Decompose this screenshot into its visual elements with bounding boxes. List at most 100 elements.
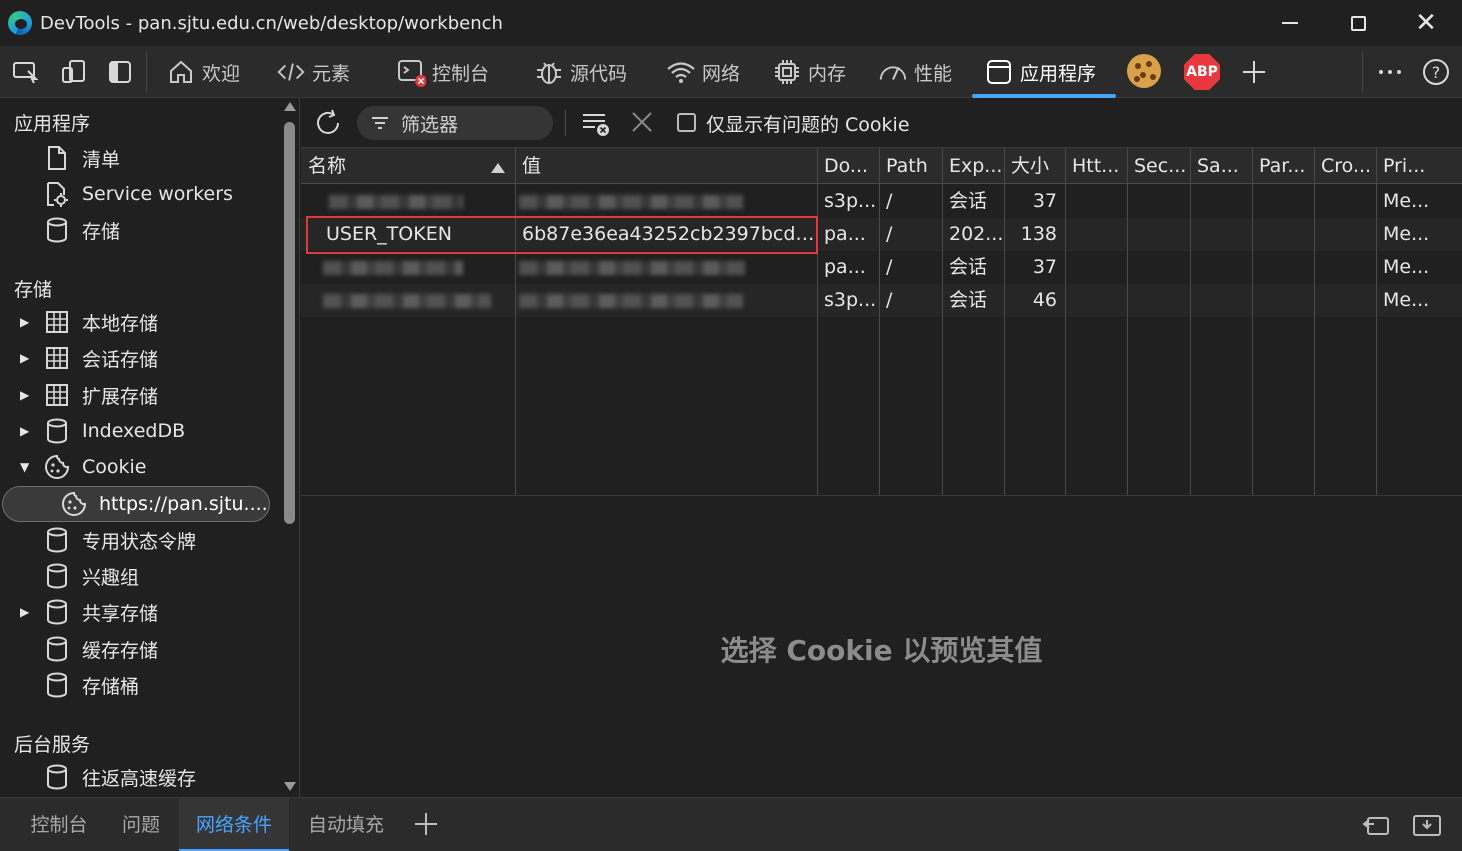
column-header-httponly[interactable]: Htt... [1065, 148, 1127, 184]
delete-selected-icon[interactable] [631, 111, 653, 133]
sidebar-item-interest-groups[interactable]: 兴趣组 [0, 558, 280, 594]
sidebar-item-cookie[interactable]: ▼ Cookie [0, 449, 280, 485]
main-tab-bar: 欢迎 元素 控制台 源代码 网络 内存 性能 应用程序 ? [0, 46, 1462, 98]
column-divider[interactable] [817, 148, 818, 495]
tab-memory[interactable]: 内存 [772, 46, 846, 98]
tab-performance[interactable]: 性能 [878, 46, 952, 98]
tab-application[interactable]: 应用程序 [972, 46, 1116, 98]
code-icon [276, 57, 306, 87]
sidebar-item-cookie-origin[interactable]: https://pan.sjtu.... [2, 486, 270, 522]
add-tab-icon[interactable] [1238, 56, 1270, 88]
expand-arrow-icon[interactable]: ▶ [20, 388, 34, 402]
sidebar-item-session-storage[interactable]: ▶ 会话存储 [0, 340, 280, 376]
sidebar-section-background-services: 后台服务 [14, 734, 91, 756]
column-header-expires[interactable]: Exp... [942, 148, 1004, 184]
more-options-icon[interactable] [1374, 56, 1406, 88]
sidebar-item-local-storage[interactable]: ▶ 本地存储 [0, 304, 280, 340]
dock-drawer-icon[interactable] [1362, 812, 1392, 838]
cylinder-icon [44, 527, 70, 553]
sidebar-item-shared-storage[interactable]: ▶ 共享存储 [0, 594, 280, 630]
filter-input[interactable]: 筛选器 [357, 106, 553, 140]
sidebar-section-storage: 存储 [14, 279, 53, 301]
sidebar-item-storage-buckets[interactable]: 存储桶 [0, 667, 280, 703]
table-row[interactable]: s3p... / 会话 37 Me... [301, 185, 1462, 218]
collapse-arrow-icon[interactable]: ▼ [20, 460, 34, 474]
drawer-tab-network-conditions[interactable]: 网络条件 [179, 798, 289, 851]
sort-ascending-icon [491, 163, 505, 173]
column-header-domain[interactable]: Do... [817, 148, 879, 184]
grid-icon [44, 309, 70, 335]
column-header-secure[interactable]: Sec... [1127, 148, 1190, 184]
column-divider[interactable] [1252, 148, 1253, 495]
app-window-icon [984, 57, 1014, 87]
sidebar-item-storage[interactable]: 存储 [0, 212, 280, 248]
sidebar-item-indexeddb[interactable]: ▶ IndexedDB [0, 413, 280, 449]
column-divider[interactable] [1376, 148, 1377, 495]
tab-elements[interactable]: 元素 [276, 46, 350, 98]
column-divider[interactable] [515, 148, 516, 495]
expand-arrow-icon[interactable]: ▶ [20, 351, 34, 365]
home-icon [166, 57, 196, 87]
scroll-up-arrow-icon[interactable] [284, 102, 296, 111]
column-divider[interactable] [942, 148, 943, 495]
drawer-tab-console[interactable]: 控制台 [18, 798, 100, 851]
table-row[interactable]: s3p... / 会话 46 Me... [301, 284, 1462, 317]
close-button[interactable]: ✕ [1392, 0, 1460, 46]
column-divider[interactable] [1314, 148, 1315, 495]
tab-sources[interactable]: 源代码 [534, 46, 627, 98]
clear-all-cookies-icon[interactable] [581, 110, 611, 138]
close-drawer-icon[interactable] [1412, 812, 1442, 838]
only-issues-checkbox[interactable] [677, 113, 696, 132]
column-header-value[interactable]: 值 [515, 148, 817, 184]
drawer-tab-issues[interactable]: 问题 [110, 798, 172, 851]
drawer-tab-autofill[interactable]: 自动填充 [296, 798, 396, 851]
redacted-value [519, 195, 743, 209]
column-header-partition-key[interactable]: Par... [1252, 148, 1314, 184]
redacted-name [329, 195, 463, 209]
cookie-table: 名称 值 Do... Path Exp... 大小 Htt... Sec... … [301, 148, 1462, 496]
sidebar-item-manifest[interactable]: 清单 [0, 140, 280, 176]
device-emulation-icon[interactable] [58, 56, 90, 88]
sidebar-scrollbar[interactable] [282, 98, 298, 797]
column-header-name[interactable]: 名称 [301, 148, 515, 184]
sidebar-item-cache-storage[interactable]: 缓存存储 [0, 631, 280, 667]
column-divider[interactable] [1065, 148, 1066, 495]
maximize-button[interactable] [1324, 0, 1392, 46]
sidebar-item-back-forward-cache[interactable]: 往返高速缓存 [0, 759, 280, 795]
help-icon[interactable]: ? [1420, 56, 1452, 88]
column-divider[interactable] [879, 148, 880, 495]
cylinder-icon [44, 599, 70, 625]
tab-welcome[interactable]: 欢迎 [166, 46, 240, 98]
maximize-icon [1350, 15, 1366, 31]
sidebar-item-private-state-tokens[interactable]: 专用状态令牌 [0, 522, 280, 558]
filter-icon [371, 116, 389, 130]
drawer-add-tab-icon[interactable] [414, 812, 438, 836]
column-header-cross-site[interactable]: Cro... [1314, 148, 1376, 184]
expand-arrow-icon[interactable]: ▶ [20, 315, 34, 329]
tab-console[interactable]: 控制台 [396, 46, 489, 98]
column-divider[interactable] [1127, 148, 1128, 495]
cylinder-icon [44, 636, 70, 662]
sidebar-item-service-workers[interactable]: Service workers [0, 176, 280, 212]
scrollbar-thumb[interactable] [284, 122, 295, 524]
column-header-size[interactable]: 大小 [1004, 148, 1065, 184]
column-divider[interactable] [1190, 148, 1191, 495]
table-row[interactable]: pa... / 会话 37 Me... [301, 251, 1462, 284]
refresh-icon[interactable] [313, 108, 343, 138]
document-icon [44, 145, 70, 171]
expand-arrow-icon[interactable]: ▶ [20, 605, 34, 619]
dock-side-icon[interactable] [104, 56, 136, 88]
cookie-extension-icon[interactable] [1127, 54, 1161, 88]
column-header-samesite[interactable]: Sa... [1190, 148, 1252, 184]
column-divider[interactable] [1004, 148, 1005, 495]
sidebar-item-extension-storage[interactable]: ▶ 扩展存储 [0, 377, 280, 413]
adblock-extension-icon[interactable]: ABP [1184, 54, 1220, 90]
expand-arrow-icon[interactable]: ▶ [20, 424, 34, 438]
tab-network[interactable]: 网络 [666, 46, 740, 98]
inspect-element-icon[interactable] [10, 56, 42, 88]
minimize-button[interactable] [1256, 0, 1324, 46]
column-header-priority[interactable]: Pri... [1376, 148, 1462, 184]
cookie-icon [61, 491, 87, 517]
column-header-path[interactable]: Path [879, 148, 942, 184]
scroll-down-arrow-icon[interactable] [284, 782, 296, 791]
